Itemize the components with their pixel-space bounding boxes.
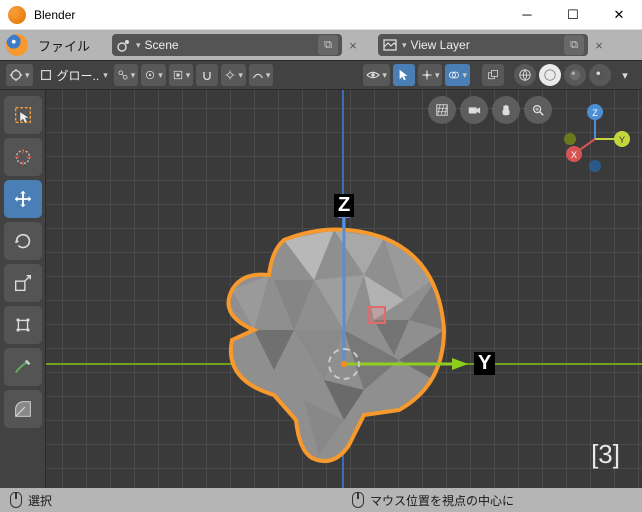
chevron-down-icon: ▾ [103,70,108,81]
navigation-gizmo[interactable]: Z Y X [560,104,630,174]
svg-text:Z: Z [592,108,598,118]
tool-measure[interactable] [4,390,42,428]
svg-text:X: X [571,150,577,160]
mode-dropdown[interactable]: グロー.. ▾ [36,64,111,86]
tool-cursor[interactable] [4,138,42,176]
gizmo-dropdown[interactable]: ▾ [418,64,443,86]
editor-type-dropdown[interactable]: ▾ [6,64,33,86]
mouse-middle-icon [352,492,364,508]
pivot-dropdown[interactable]: ▾ [114,64,139,86]
viewport-grid-icon[interactable] [428,96,456,124]
menu-file[interactable]: ファイル [32,36,96,55]
mouse-left-icon [10,492,22,508]
chevron-down-icon: ▾ [402,40,407,51]
window-titlebar: Blender ─ ☐ ✕ [0,0,642,30]
tool-rotate[interactable] [4,222,42,260]
image-icon [382,37,398,53]
blender-app-icon [8,6,26,24]
window-close-button[interactable]: ✕ [596,0,642,30]
tool-move[interactable] [4,180,42,218]
visibility-dropdown[interactable]: ▾ [363,64,390,86]
scene-delete-button[interactable]: × [346,38,360,53]
tool-select-box[interactable] [4,96,42,134]
view-index-label: [3] [591,439,620,470]
status-bar: 選択 マウス位置を視点の中心に [0,488,642,512]
overlay-dropdown[interactable]: ▾ [445,64,470,86]
select-toggle[interactable] [393,64,415,86]
viewport-camera-button[interactable] [460,96,488,124]
gizmo-z-arrow[interactable] [336,202,352,362]
axis-z-label: Z [334,194,354,217]
tool-transform[interactable] [4,306,42,344]
scene-copy-button[interactable]: ⧉ [318,35,338,55]
shading-rendered-button[interactable] [589,64,611,86]
orientation-dropdown[interactable]: ▾ [141,64,166,86]
shading-wireframe-button[interactable] [514,64,536,86]
scene-name: Scene [145,38,314,52]
snap-dropdown[interactable]: ▾ [169,64,194,86]
tool-sidebar [0,90,46,488]
viewport-3d[interactable]: Z Y Z Y X [3] [46,90,642,488]
chevron-down-icon: ▾ [136,40,141,51]
gizmo-y-arrow[interactable] [344,356,468,372]
tool-annotate[interactable] [4,348,42,386]
snap-toggle[interactable] [196,64,218,86]
scene-icon [116,37,132,53]
camera-object[interactable] [368,306,386,324]
chevron-down-icon: ▾ [25,70,30,81]
svg-text:Y: Y [619,135,625,145]
top-menubar: ファイル ▾ Scene ⧉ × ▾ View Layer ⧉ × [0,30,642,60]
shading-options-dropdown[interactable]: ▾ [614,64,636,86]
mode-label: グロー.. [55,67,102,84]
cursor-3d[interactable] [328,348,360,380]
proportional-edit-dropdown[interactable]: ▾ [249,64,274,86]
shading-solid-button[interactable] [539,64,561,86]
axis-y-label: Y [474,352,495,375]
window-title: Blender [34,8,504,22]
scene-selector[interactable]: ▾ Scene ⧉ [112,34,342,56]
blender-logo-icon[interactable] [6,34,28,56]
viewlayer-name: View Layer [411,38,560,52]
viewlayer-selector[interactable]: ▾ View Layer ⧉ [378,34,588,56]
status-right-text: マウス位置を視点の中心に [370,492,514,509]
shading-material-button[interactable] [564,64,586,86]
xray-toggle[interactable] [482,64,504,86]
viewport-zoom-button[interactable] [524,96,552,124]
status-left-text: 選択 [28,492,52,509]
viewport-pan-button[interactable] [492,96,520,124]
viewport-header: ▾ グロー.. ▾ ▾ ▾ ▾ ▾ ▾ ▾ ▾ ▾ [0,60,642,90]
window-maximize-button[interactable]: ☐ [550,0,596,30]
viewlayer-copy-button[interactable]: ⧉ [564,35,584,55]
window-minimize-button[interactable]: ─ [504,0,550,30]
snap-target-dropdown[interactable]: ▾ [221,64,246,86]
viewlayer-delete-button[interactable]: × [592,38,606,53]
tool-scale[interactable] [4,264,42,302]
